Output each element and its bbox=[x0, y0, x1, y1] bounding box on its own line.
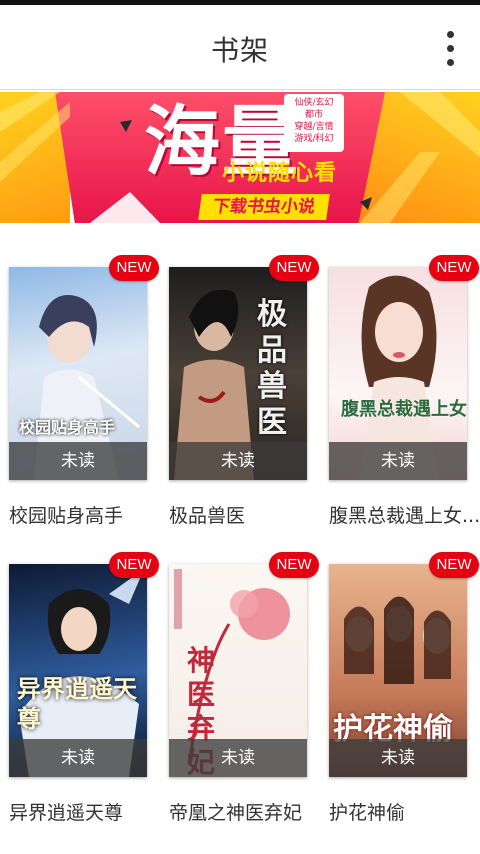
cover-title: 校园贴身高手 bbox=[19, 418, 116, 437]
book-item[interactable]: 腹黑总裁遇上女 未读 NEW 腹黑总裁遇上女... bbox=[329, 255, 479, 527]
book-title[interactable]: 校园贴身高手 bbox=[9, 501, 159, 528]
cover-title: 极品兽医 bbox=[257, 297, 287, 440]
top-app-bar: 书架 bbox=[0, 5, 480, 90]
unread-status: 未读 bbox=[9, 442, 147, 480]
book-title[interactable]: 极品兽医 bbox=[169, 501, 319, 528]
book-title[interactable]: 帝凰之神医弃妃 bbox=[169, 798, 319, 825]
promo-banner[interactable]: 海量 仙侠/玄幻 都市 穿越/言情 游戏/科幻 小说随心看 下载书虫小说 bbox=[0, 92, 480, 223]
genre-tag: 都市 bbox=[304, 110, 323, 120]
unread-status: 未读 bbox=[9, 739, 147, 777]
book-title[interactable]: 腹黑总裁遇上女... bbox=[329, 501, 479, 528]
cover-title: 腹黑总裁遇上女 bbox=[341, 399, 467, 420]
book-item[interactable]: 护花神偷 未读 NEW 护花神偷 bbox=[329, 552, 479, 824]
new-badge: NEW bbox=[269, 255, 319, 281]
new-badge: NEW bbox=[429, 552, 479, 578]
banner-slogan: 小说随心看 bbox=[222, 161, 338, 186]
banner-download-cta[interactable]: 下载书虫小说 bbox=[198, 194, 330, 220]
genre-tag: 游戏/科幻 bbox=[294, 134, 334, 144]
new-badge: NEW bbox=[109, 255, 159, 281]
book-title[interactable]: 护花神偷 bbox=[329, 798, 479, 825]
unread-status: 未读 bbox=[169, 739, 307, 777]
book-item[interactable]: 校园贴身高手 未读 NEW 校园贴身高手 bbox=[9, 255, 159, 527]
unread-status: 未读 bbox=[329, 739, 467, 777]
book-item[interactable]: 异界逍遥天尊 未读 NEW 异界逍遥天尊 bbox=[9, 552, 159, 824]
book-item[interactable]: 神医弃妃 未读 NEW 帝凰之神医弃妃 bbox=[169, 552, 319, 824]
new-badge: NEW bbox=[269, 552, 319, 578]
book-cover[interactable]: 神医弃妃 未读 bbox=[169, 564, 307, 777]
book-item[interactable]: 极品兽医 未读 NEW 极品兽医 bbox=[169, 255, 319, 527]
unread-status: 未读 bbox=[169, 442, 307, 480]
more-vertical-icon[interactable] bbox=[440, 27, 460, 71]
genre-tag: 仙侠/玄幻 bbox=[294, 98, 334, 108]
book-cover[interactable]: 异界逍遥天尊 未读 bbox=[9, 564, 147, 777]
book-title[interactable]: 异界逍遥天尊 bbox=[9, 798, 159, 825]
book-cover[interactable]: 校园贴身高手 未读 bbox=[9, 267, 147, 480]
unread-status: 未读 bbox=[329, 442, 467, 480]
new-badge: NEW bbox=[429, 255, 479, 281]
page-title: 书架 bbox=[210, 34, 269, 67]
book-cover[interactable]: 极品兽医 未读 bbox=[169, 267, 307, 480]
book-cover[interactable]: 护花神偷 未读 bbox=[329, 564, 467, 777]
banner-genre-tags: 仙侠/玄幻 都市 穿越/言情 游戏/科幻 bbox=[284, 94, 344, 152]
book-cover[interactable]: 腹黑总裁遇上女 未读 bbox=[329, 267, 467, 480]
genre-tag: 穿越/言情 bbox=[294, 122, 334, 132]
new-badge: NEW bbox=[109, 552, 159, 578]
cover-title: 异界逍遥天尊 bbox=[17, 675, 137, 733]
